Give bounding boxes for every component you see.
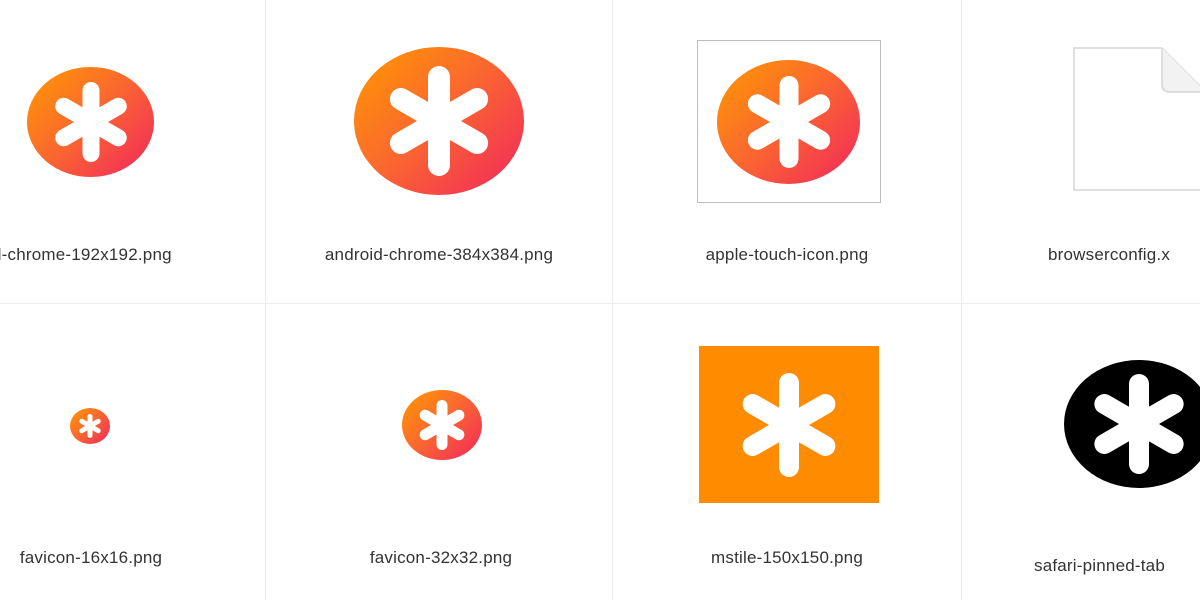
file-name: android-chrome-384x384.png bbox=[324, 245, 554, 264]
file-name: mstile-150x150.png bbox=[711, 548, 863, 567]
file-tile-android-chrome-192[interactable]: id-chrome-192x192.png bbox=[0, 0, 265, 303]
file-tile-safari-pinned-tab[interactable]: safari-pinned-tab bbox=[962, 304, 1200, 600]
file-grid: id-chrome-192x192.png android-chrome-384… bbox=[0, 0, 1200, 600]
asterisk-gradient-icon bbox=[402, 390, 482, 460]
file-tile-favicon-32[interactable]: favicon-32x32.png bbox=[266, 304, 612, 600]
file-name: safari-pinned-tab bbox=[1034, 556, 1165, 575]
file-name: id-chrome-192x192.png bbox=[0, 245, 172, 264]
asterisk-gradient-icon bbox=[27, 67, 154, 177]
asterisk-gradient-icon bbox=[354, 47, 524, 195]
file-tile-apple-touch-icon[interactable]: apple-touch-icon.png bbox=[613, 0, 961, 303]
file-tile-browserconfig[interactable]: browserconfig.x bbox=[962, 0, 1200, 303]
asterisk-orange-square-icon bbox=[699, 346, 879, 503]
asterisk-gradient-icon bbox=[717, 60, 860, 184]
file-tile-mstile-150[interactable]: mstile-150x150.png bbox=[613, 304, 961, 600]
file-tile-favicon-16[interactable]: favicon-16x16.png bbox=[0, 304, 265, 600]
file-tile-android-chrome-384[interactable]: android-chrome-384x384.png bbox=[266, 0, 612, 303]
asterisk-black-icon bbox=[1064, 360, 1200, 488]
asterisk-gradient-icon bbox=[70, 408, 110, 444]
file-name: favicon-16x16.png bbox=[19, 548, 163, 567]
file-name: browserconfig.x bbox=[1048, 245, 1171, 264]
file-name: apple-touch-icon.png bbox=[705, 245, 869, 264]
file-name: favicon-32x32.png bbox=[369, 548, 513, 567]
document-icon bbox=[1073, 47, 1200, 191]
